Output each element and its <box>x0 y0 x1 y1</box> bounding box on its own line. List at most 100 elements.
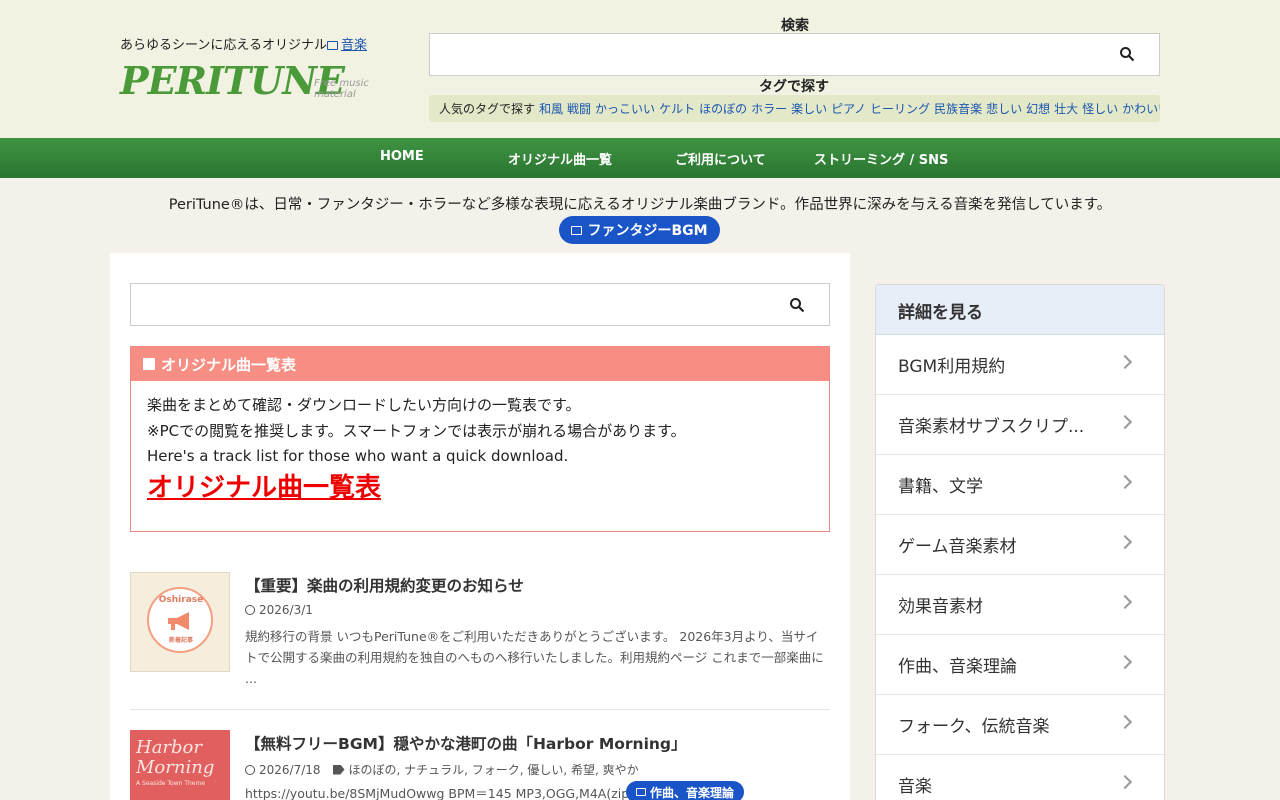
tag-link[interactable]: 民族音楽 <box>934 102 982 116</box>
sidebar-item-label: フォーク、伝統音楽 <box>898 717 1050 737</box>
content-search-input[interactable] <box>131 284 761 325</box>
sidebar-item-subscription[interactable]: 音楽素材サブスクリプ... <box>876 395 1164 455</box>
tag-link[interactable]: 戦闘 <box>567 102 591 116</box>
tag-icon <box>332 764 345 775</box>
tag-link[interactable]: かわいい <box>1122 102 1160 116</box>
logo-subtitle: Free music material <box>314 78 369 100</box>
thumbnail-subtitle: A Seaside Town Theme <box>136 780 206 787</box>
search-heading: 検索 <box>781 18 809 34</box>
sidebar-item-label: 作曲、音楽理論 <box>898 657 1017 677</box>
chevron-right-icon <box>1117 474 1133 490</box>
post-meta: 2026/3/1 <box>245 603 313 617</box>
notice-header: オリジナル曲一覧表 <box>131 347 829 381</box>
tag-link[interactable]: 壮大 <box>1054 102 1078 116</box>
sidebar-item-label: 書籍、文学 <box>898 477 983 497</box>
tag-search-heading: タグで探す <box>759 79 829 95</box>
chevron-right-icon <box>1117 414 1133 430</box>
post-category-badge[interactable]: 作曲、音楽理論 <box>626 781 745 800</box>
post-excerpt: 規約移行の背景 いつもPeriTune®をご利用いただきありがとうございます。 … <box>245 629 824 686</box>
post-tags[interactable]: ほのぼの, ナチュラル, フォーク, 優しい, 希望, 爽やか <box>349 761 639 778</box>
header-search-input[interactable] <box>430 34 1090 75</box>
square-icon <box>143 358 155 370</box>
category-icon <box>636 788 646 796</box>
tag-link[interactable]: 悲しい <box>986 102 1022 116</box>
post-thumbnail[interactable]: Oshirase 新着記事 <box>130 572 230 672</box>
sidebar-item-music[interactable]: 音楽 <box>876 755 1164 800</box>
sidebar-item-label: ゲーム音楽素材 <box>898 537 1017 557</box>
post-card[interactable]: Oshirase 新着記事 【重要】楽曲の利用規約変更のお知らせ 2026/3/… <box>130 572 830 710</box>
search-icon[interactable] <box>1119 46 1135 62</box>
chevron-right-icon <box>1117 654 1133 670</box>
sidebar-item-composition[interactable]: 作曲、音楽理論 <box>876 635 1164 695</box>
sidebar-item-game-music[interactable]: ゲーム音楽素材 <box>876 515 1164 575</box>
tag-link[interactable]: ピアノ <box>831 102 866 116</box>
tag-link[interactable]: ケルト <box>659 102 695 116</box>
tag-link[interactable]: かっこいい <box>595 102 655 116</box>
post-url: https://youtu.be/8SMjMudOwwg BPM＝145 MP3… <box>245 786 635 800</box>
chevron-right-icon <box>1117 354 1133 370</box>
site-header: あらゆるシーンに応えるオリジナル 音楽 PERITUNE Free music m… <box>0 0 1280 138</box>
category-icon <box>571 225 583 235</box>
post-date: 2026/7/18 <box>259 762 321 777</box>
main-nav: HOME オリジナル曲一覧 ご利用について ストリーミング / SNS <box>0 138 1280 178</box>
chevron-right-icon <box>1117 534 1133 550</box>
popular-tags-bar: 人気のタグで探す 和風 戦闘 かっこいい ケルト ほのぼの ホラー 楽しい ピアノ ヒーリング 民族… <box>429 95 1160 122</box>
tagline-category-link[interactable]: 音楽 <box>341 38 367 53</box>
sidebar-item-label: 効果音素材 <box>898 597 983 617</box>
post-thumbnail[interactable]: Harbor Morning A Seaside Town Theme <box>130 730 230 800</box>
thumbnail-subtitle: 新着記事 <box>168 637 193 644</box>
tag-link[interactable]: ホラー <box>751 102 787 116</box>
tag-link[interactable]: 楽しい <box>791 102 827 116</box>
site-tagline: あらゆるシーンに応えるオリジナル 音楽 <box>120 34 367 53</box>
sidebar-item-sound-effects[interactable]: 効果音素材 <box>876 575 1164 635</box>
notice-title: オリジナル曲一覧表 <box>161 355 297 374</box>
notice-line: Here's a track list for those who want a… <box>147 447 569 465</box>
intro-text: PeriTune®は、日常・ファンタジー・ホラーなど多様な表現に応えるオリジナル… <box>168 197 1112 213</box>
tag-link[interactable]: ヒーリング <box>870 102 930 116</box>
site-logo[interactable]: PERITUNE Free music material <box>120 58 410 106</box>
notice-body: 楽曲をまとめて確認・ダウンロードしたい方向けの一覧表です。 ※PCでの閲覧を推奨… <box>131 381 829 516</box>
sidebar-item-folk[interactable]: フォーク、伝統音楽 <box>876 695 1164 755</box>
sidebar: 詳細を見る BGM利用規約 音楽素材サブスクリプ... 書籍、文学 ゲーム音楽素… <box>875 284 1165 800</box>
clock-icon <box>245 605 255 615</box>
tag-link[interactable]: ほのぼの <box>699 102 747 116</box>
fantasy-bgm-button[interactable]: ファンタジーBGM <box>559 216 720 244</box>
content-search-box <box>130 283 830 326</box>
nav-usage[interactable]: ご利用について <box>675 149 766 168</box>
chevron-right-icon <box>1117 594 1133 610</box>
post-category-label: 作曲、音楽理論 <box>650 785 735 800</box>
track-list-notice: オリジナル曲一覧表 楽曲をまとめて確認・ダウンロードしたい方向けの一覧表です。 … <box>130 346 830 532</box>
post-card[interactable]: Harbor Morning A Seaside Town Theme 【無料フ… <box>130 730 830 800</box>
nav-home[interactable]: HOME <box>380 149 424 164</box>
chevron-right-icon <box>1117 714 1133 730</box>
sidebar-item-label: BGM利用規約 <box>898 357 1006 377</box>
notice-line: ※PCでの閲覧を推奨します。スマートフォンでは表示が崩れる場合があります。 <box>147 421 686 440</box>
nav-original-songs[interactable]: オリジナル曲一覧 <box>508 149 612 168</box>
thumbnail-title: Oshirase <box>158 595 204 605</box>
tag-link[interactable]: 幻想 <box>1026 102 1050 116</box>
chevron-right-icon <box>1117 774 1133 790</box>
post-title[interactable]: 【無料フリーBGM】穏やかな港町の曲「Harbor Morning」 <box>245 732 687 754</box>
sidebar-item-label: 音楽素材サブスクリプ... <box>898 417 1085 437</box>
post-date: 2026/3/1 <box>259 603 313 617</box>
thumbnail-title: Harbor Morning <box>136 737 215 778</box>
sidebar-item-label: 音楽 <box>898 777 932 797</box>
post-title[interactable]: 【重要】楽曲の利用規約変更のお知らせ <box>245 574 524 596</box>
tag-link[interactable]: 和風 <box>539 102 563 116</box>
popular-tags-label: 人気のタグで探す <box>439 102 536 116</box>
category-icon <box>326 41 338 50</box>
tag-link[interactable]: 怪しい <box>1082 102 1118 116</box>
sidebar-heading: 詳細を見る <box>876 285 1164 335</box>
tagline-text: あらゆるシーンに応えるオリジナル <box>120 38 327 53</box>
main-content: オリジナル曲一覧表 楽曲をまとめて確認・ダウンロードしたい方向けの一覧表です。 … <box>110 253 850 800</box>
clock-icon <box>245 764 255 775</box>
search-icon[interactable] <box>789 297 805 313</box>
notice-line: 楽曲をまとめて確認・ダウンロードしたい方向けの一覧表です。 <box>147 396 581 414</box>
sidebar-item-books[interactable]: 書籍、文学 <box>876 455 1164 515</box>
megaphone-icon <box>168 612 189 630</box>
post-meta: 2026/7/18 ほのぼの, ナチュラル, フォーク, 優しい, 希望, 爽や… <box>245 761 639 778</box>
header-search-box <box>429 33 1160 76</box>
sidebar-item-bgm-terms[interactable]: BGM利用規約 <box>876 335 1164 395</box>
nav-streaming-sns[interactable]: ストリーミング / SNS <box>814 149 948 168</box>
track-list-link[interactable]: オリジナル曲一覧表 <box>147 475 381 502</box>
